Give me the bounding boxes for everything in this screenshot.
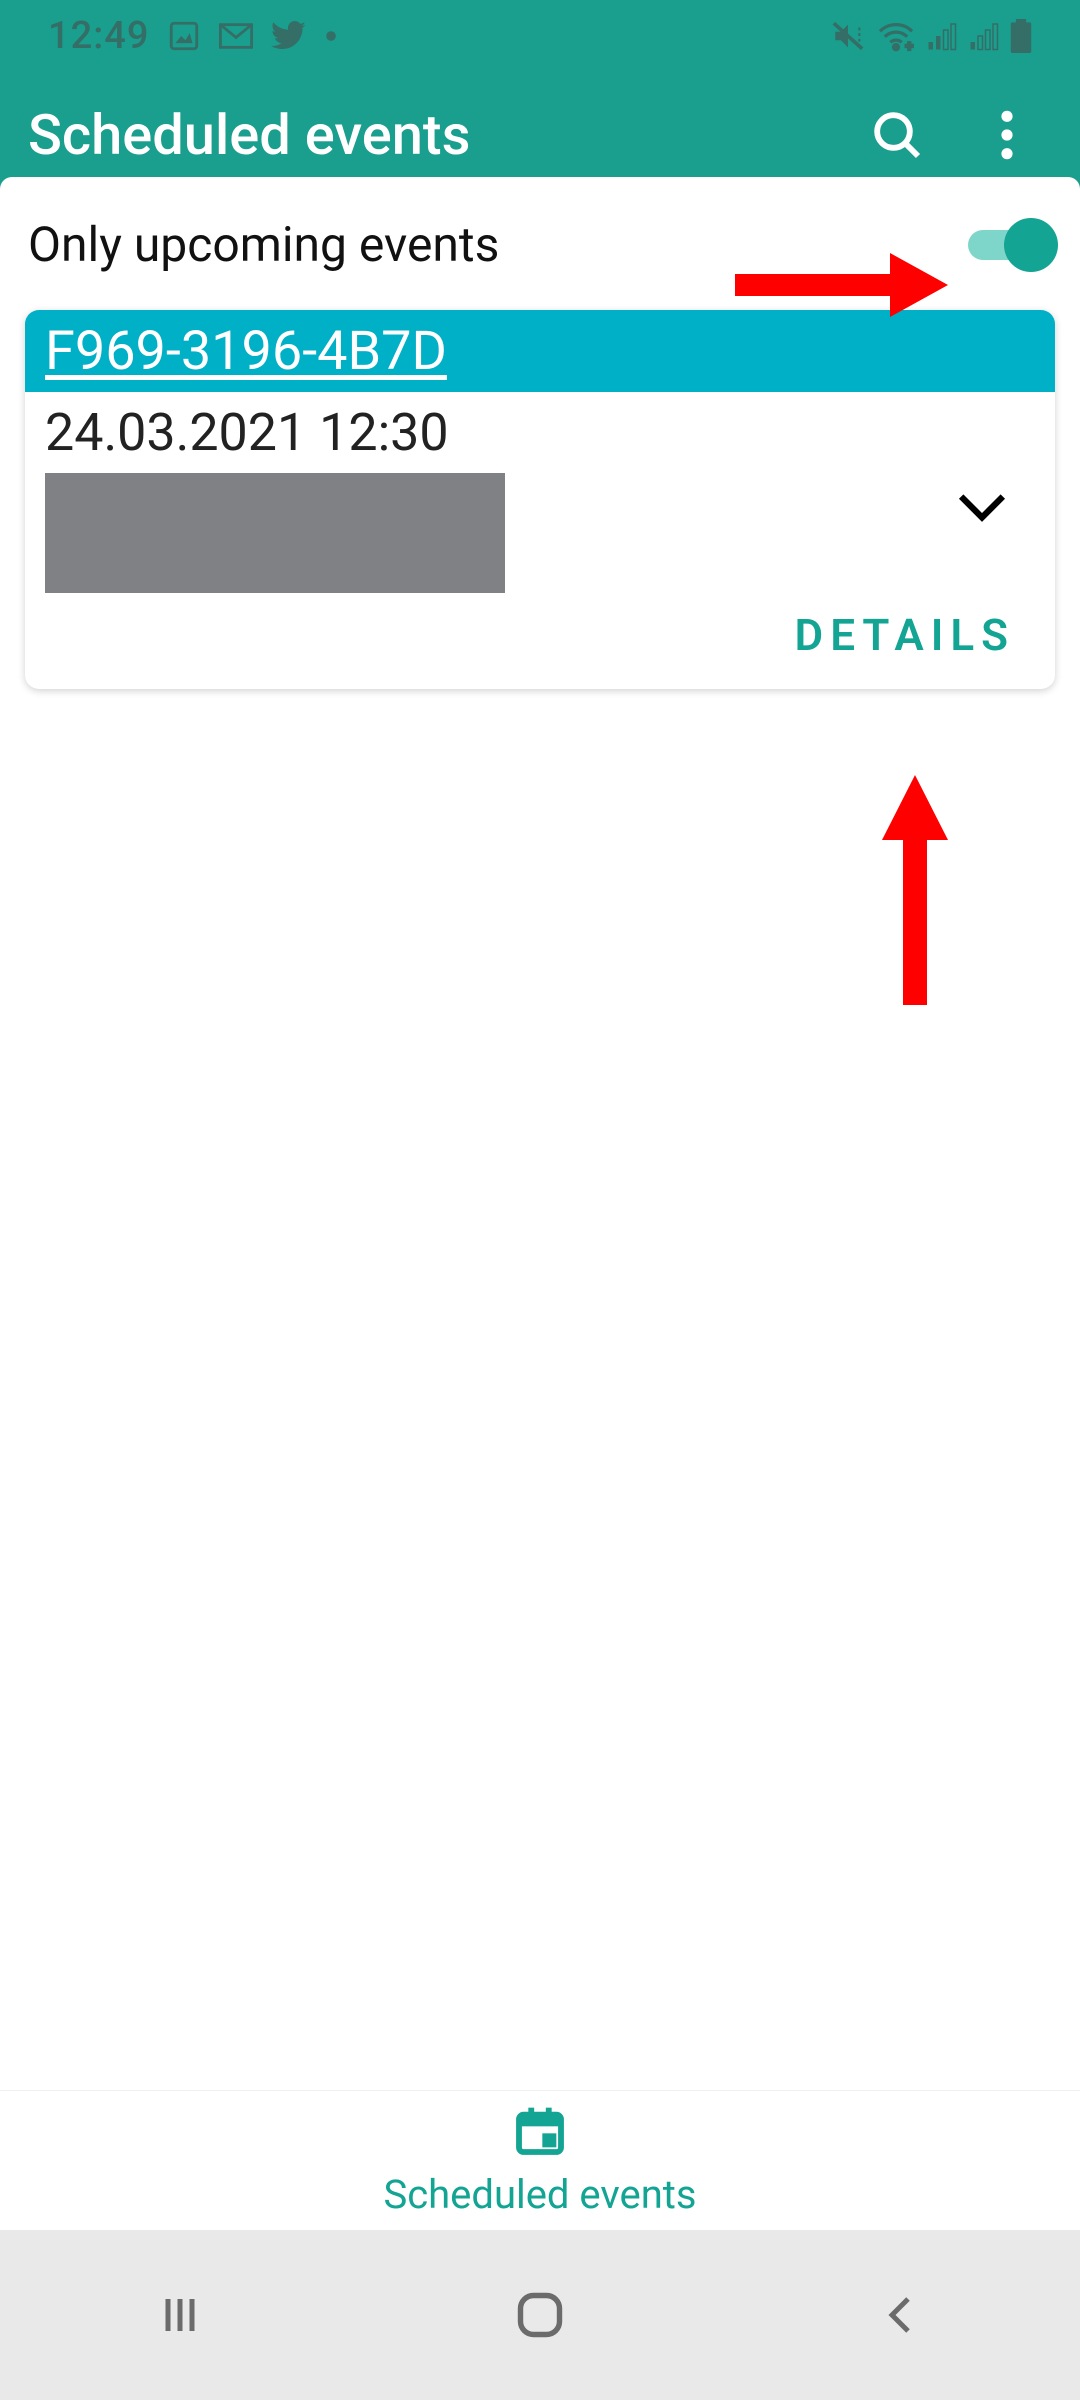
- content-area: Only upcoming events F969-3196-4B7D 24.0…: [0, 177, 1080, 689]
- home-icon: [514, 2289, 566, 2341]
- system-nav-bar: [0, 2230, 1080, 2400]
- annotation-arrow-details: [870, 770, 960, 1014]
- more-vert-icon: [987, 107, 1027, 163]
- bottom-nav-item-scheduled[interactable]: Scheduled events: [383, 2103, 696, 2218]
- expand-button[interactable]: [957, 490, 1007, 528]
- back-icon: [880, 2291, 920, 2339]
- event-id[interactable]: F969-3196-4B7D: [25, 310, 1055, 392]
- recents-button[interactable]: [140, 2275, 220, 2355]
- overflow-menu-button[interactable]: [962, 90, 1052, 180]
- upcoming-events-toggle[interactable]: [968, 218, 1058, 272]
- search-button[interactable]: [852, 90, 942, 180]
- filter-label: Only upcoming events: [28, 216, 499, 273]
- picture-icon: [167, 19, 201, 53]
- bottom-nav-label: Scheduled events: [383, 2171, 696, 2218]
- signal-icon-1: [926, 21, 958, 51]
- mute-vibrate-icon: [830, 19, 866, 53]
- status-bar-right: +: [830, 19, 1032, 53]
- home-button[interactable]: [500, 2275, 580, 2355]
- status-time: 12:49: [48, 14, 149, 58]
- search-icon: [869, 107, 925, 163]
- recents-icon: [156, 2291, 204, 2339]
- twitter-icon: [271, 21, 307, 51]
- filter-row: Only upcoming events: [0, 197, 1080, 292]
- bottom-nav: Scheduled events: [0, 2090, 1080, 2230]
- toggle-thumb: [1004, 218, 1058, 272]
- gmail-icon: [219, 23, 253, 49]
- svg-text:+: +: [906, 39, 913, 52]
- wifi-icon: +: [876, 20, 916, 52]
- redacted-block: [45, 473, 505, 593]
- event-card: F969-3196-4B7D 24.03.2021 12:30 DETAILS: [25, 310, 1055, 689]
- event-datetime: 24.03.2021 12:30: [45, 402, 1035, 463]
- chevron-down-icon: [957, 490, 1007, 524]
- card-actions: DETAILS: [25, 601, 1055, 689]
- signal-icon-2: [968, 21, 1000, 51]
- page-title: Scheduled events: [28, 102, 832, 168]
- status-bar: 12:49 +: [0, 0, 1080, 72]
- dot-icon: [325, 30, 337, 42]
- status-bar-left: 12:49: [48, 14, 337, 58]
- battery-icon: [1010, 19, 1032, 53]
- calendar-icon: [512, 2103, 568, 2163]
- details-button[interactable]: DETAILS: [795, 609, 1015, 661]
- back-button[interactable]: [860, 2275, 940, 2355]
- event-card-body: 24.03.2021 12:30: [25, 392, 1055, 601]
